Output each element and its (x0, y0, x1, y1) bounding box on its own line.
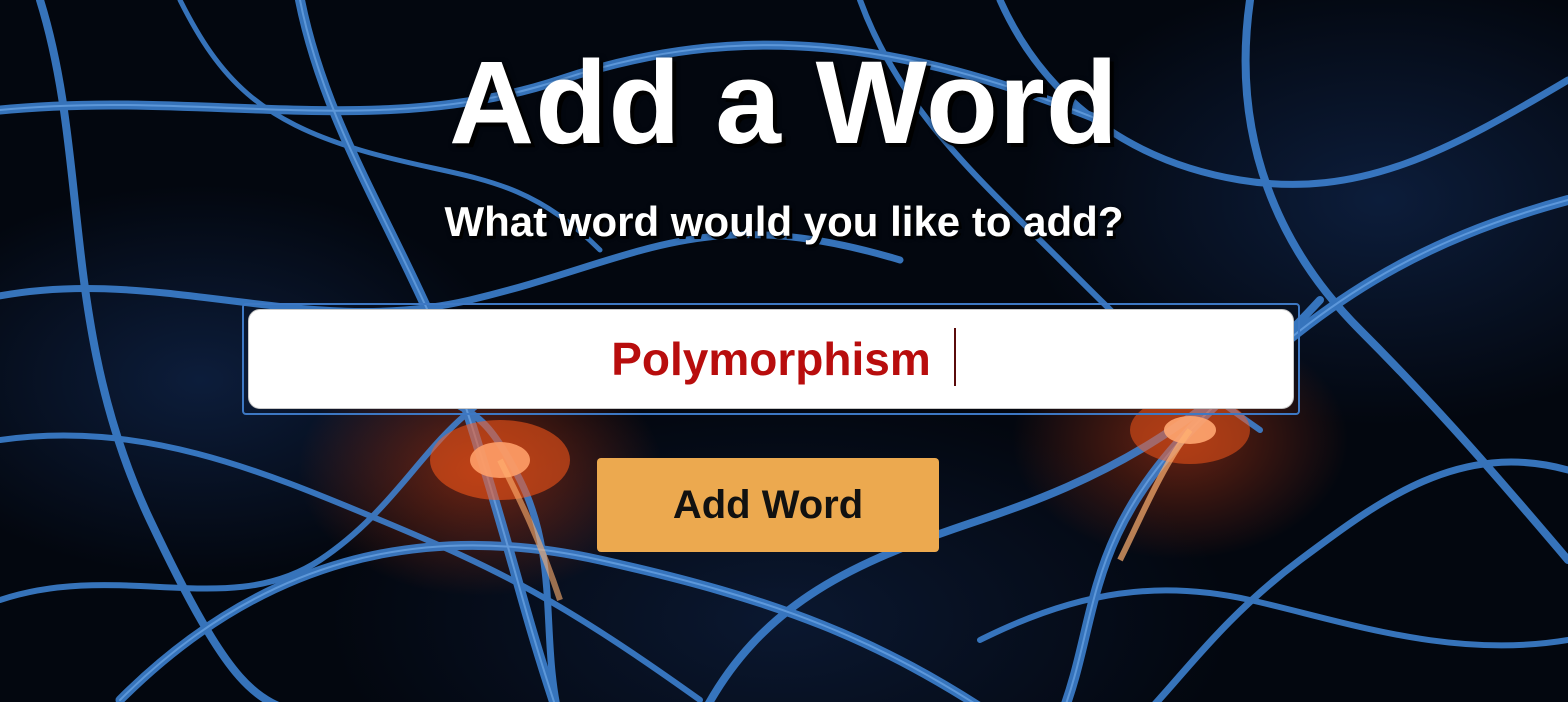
text-cursor (954, 328, 956, 386)
word-input-focus-ring (242, 303, 1300, 415)
page-title: Add a Word (449, 37, 1119, 169)
word-input[interactable] (248, 309, 1294, 409)
add-word-button[interactable]: Add Word (597, 458, 939, 552)
page-subtitle: What word would you like to add? (444, 198, 1124, 245)
